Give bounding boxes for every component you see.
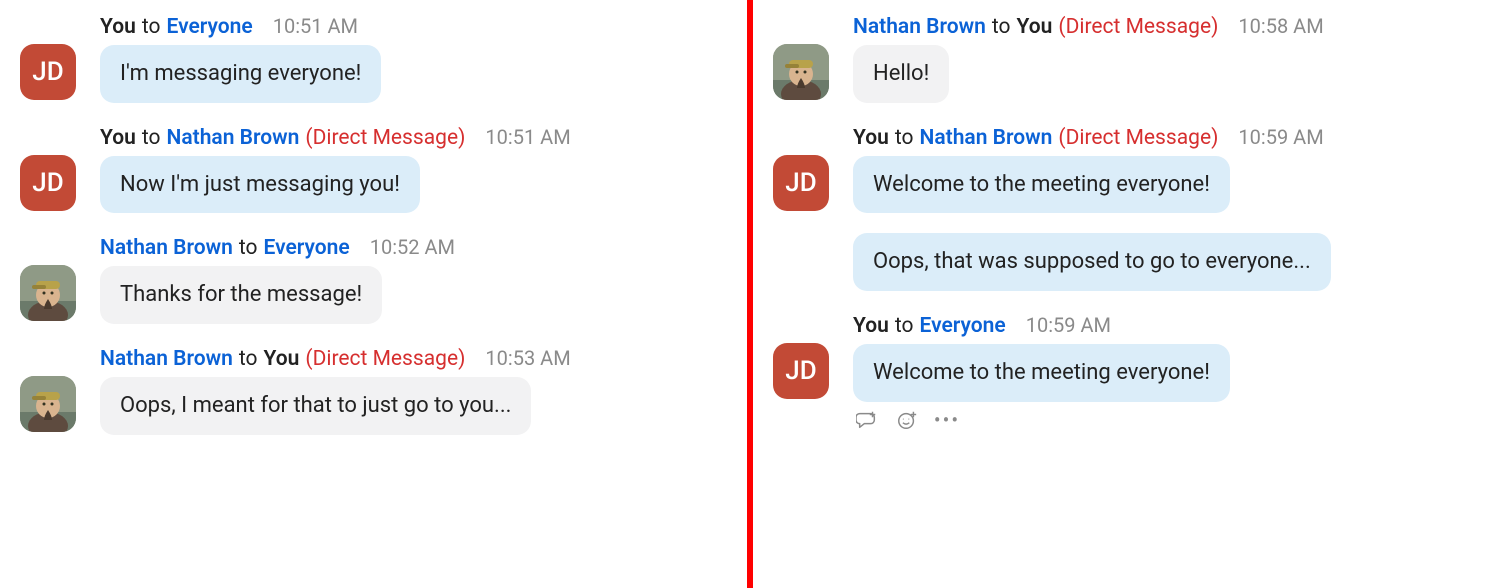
avatar-initials[interactable]: JD	[773, 343, 829, 399]
bubble-wrap: Hello!	[853, 45, 1480, 103]
recipient-name[interactable]: Nathan Brown	[920, 126, 1053, 150]
message-bubble[interactable]: Hello!	[853, 45, 949, 103]
message-body-column: YoutoNathan Brown(Direct Message) 10:59 A…	[853, 125, 1480, 291]
recipient-name: You	[264, 347, 300, 371]
recipient-name[interactable]: Everyone	[167, 15, 253, 39]
avatar-initials-text: JD	[785, 168, 816, 198]
message-timestamp: 10:51 AM	[485, 125, 570, 149]
bubble-wrap: Now I'm just messaging you!	[100, 156, 727, 214]
bubble-wrap: Thanks for the message!	[100, 266, 727, 324]
avatar-column	[773, 14, 829, 100]
avatar-initials-text: JD	[785, 356, 816, 386]
direct-message-label: (Direct Message)	[305, 347, 465, 371]
avatar-initials-text: JD	[32, 57, 63, 87]
chat-pane-right: Nathan BrowntoYou(Direct Message)10:58 A…	[753, 0, 1500, 588]
sender-name: You	[100, 15, 136, 39]
emoji-react-icon[interactable]	[895, 408, 919, 432]
avatar-column: JD	[773, 125, 829, 211]
message-header: YoutoNathan Brown(Direct Message) 10:51 A…	[100, 125, 727, 150]
message-header: YoutoNathan Brown(Direct Message) 10:59 A…	[853, 125, 1480, 150]
chat-pane-left: JDYoutoEveryone10:51 AMI'm messaging eve…	[0, 0, 747, 588]
message-group: JD YoutoNathan Brown(Direct Message) 10:51…	[20, 125, 727, 214]
direct-message-label: (Direct Message)	[1058, 15, 1218, 39]
avatar-column: JD	[773, 313, 829, 399]
avatar-initials-text: JD	[32, 168, 63, 198]
to-word: to	[142, 126, 161, 150]
to-word: to	[239, 347, 258, 371]
message-header: YoutoEveryone 10:59 AM	[853, 313, 1480, 338]
message-bubble[interactable]: Thanks for the message!	[100, 266, 382, 324]
to-word: to	[895, 126, 914, 150]
direct-message-label: (Direct Message)	[305, 126, 465, 150]
direct-message-label: (Direct Message)	[1058, 126, 1218, 150]
to-word: to	[992, 15, 1011, 39]
bubble-wrap: Welcome to the meeting everyone! Oops, th…	[853, 156, 1480, 291]
recipient-name[interactable]: Everyone	[264, 236, 350, 260]
avatar-column: JD	[20, 14, 76, 100]
message-bubble[interactable]: I'm messaging everyone!	[100, 45, 381, 103]
bubble-wrap: Oops, I meant for that to just go to you…	[100, 377, 727, 435]
message-timestamp: 10:59 AM	[1238, 125, 1323, 149]
avatar-column: JD	[20, 125, 76, 211]
message-body-column: Nathan BrowntoEveryone 10:52 AM Thanks for…	[100, 235, 727, 324]
chat-split-view: JDYoutoEveryone10:51 AMI'm messaging eve…	[0, 0, 1500, 588]
avatar-initials[interactable]: JD	[20, 155, 76, 211]
message-group: JD YoutoNathan Brown(Direct Message) 10:59…	[773, 125, 1480, 291]
message-header: Nathan BrowntoYou(Direct Message) 10:58 A…	[853, 14, 1480, 39]
message-body-column: Nathan BrowntoYou(Direct Message) 10:53 A…	[100, 346, 727, 435]
message-group: JD YoutoEveryone 10:51 AM I'm messaging eve…	[20, 14, 727, 103]
message-bubble[interactable]: Oops, I meant for that to just go to you…	[100, 377, 531, 435]
avatar-photo[interactable]	[773, 44, 829, 100]
bubble-wrap: I'm messaging everyone!	[100, 45, 727, 103]
message-bubble[interactable]: Oops, that was supposed to go to everyon…	[853, 233, 1331, 291]
reply-icon[interactable]	[855, 408, 879, 432]
message-bubble[interactable]: Now I'm just messaging you!	[100, 156, 420, 214]
message-actions: •••	[853, 408, 1480, 432]
message-group: Nathan BrowntoEveryone 10:52 AM Thanks for…	[20, 235, 727, 324]
sender-name[interactable]: Nathan Brown	[100, 236, 233, 260]
message-bubble[interactable]: Welcome to the meeting everyone!	[853, 156, 1230, 214]
sender-name: You	[853, 126, 889, 150]
avatar-photo[interactable]	[20, 265, 76, 321]
avatar-column	[20, 235, 76, 321]
message-group: Nathan BrowntoYou(Direct Message) 10:58 A…	[773, 14, 1480, 103]
bubble-wrap: Welcome to the meeting everyone!	[853, 344, 1480, 402]
message-timestamp: 10:51 AM	[273, 14, 358, 38]
message-body-column: Nathan BrowntoYou(Direct Message) 10:58 A…	[853, 14, 1480, 103]
message-header: YoutoEveryone 10:51 AM	[100, 14, 727, 39]
message-group: Nathan BrowntoYou(Direct Message) 10:53 A…	[20, 346, 727, 435]
message-body-column: YoutoEveryone 10:59 AM Welcome to the meet…	[853, 313, 1480, 432]
recipient-name[interactable]: Nathan Brown	[167, 126, 300, 150]
message-header: Nathan BrowntoEveryone 10:52 AM	[100, 235, 727, 260]
sender-name[interactable]: Nathan Brown	[100, 347, 233, 371]
message-timestamp: 10:59 AM	[1026, 313, 1111, 337]
message-body-column: YoutoEveryone 10:51 AM I'm messaging every…	[100, 14, 727, 103]
more-actions-icon[interactable]: •••	[935, 408, 959, 432]
avatar-column	[20, 346, 76, 432]
message-body-column: YoutoNathan Brown(Direct Message) 10:51 A…	[100, 125, 727, 214]
message-timestamp: 10:58 AM	[1238, 14, 1323, 38]
to-word: to	[142, 15, 161, 39]
message-timestamp: 10:52 AM	[370, 235, 455, 259]
message-header: Nathan BrowntoYou(Direct Message) 10:53 A…	[100, 346, 727, 371]
sender-name: You	[100, 126, 136, 150]
message-group: JD YoutoEveryone 10:59 AM Welcome to the me…	[773, 313, 1480, 432]
message-bubble[interactable]: Welcome to the meeting everyone!	[853, 344, 1230, 402]
to-word: to	[239, 236, 258, 260]
message-timestamp: 10:53 AM	[485, 346, 570, 370]
to-word: to	[895, 314, 914, 338]
avatar-photo[interactable]	[20, 376, 76, 432]
avatar-initials[interactable]: JD	[20, 44, 76, 100]
sender-name[interactable]: Nathan Brown	[853, 15, 986, 39]
sender-name: You	[853, 314, 889, 338]
avatar-initials[interactable]: JD	[773, 155, 829, 211]
recipient-name: You	[1017, 15, 1053, 39]
recipient-name[interactable]: Everyone	[920, 314, 1006, 338]
